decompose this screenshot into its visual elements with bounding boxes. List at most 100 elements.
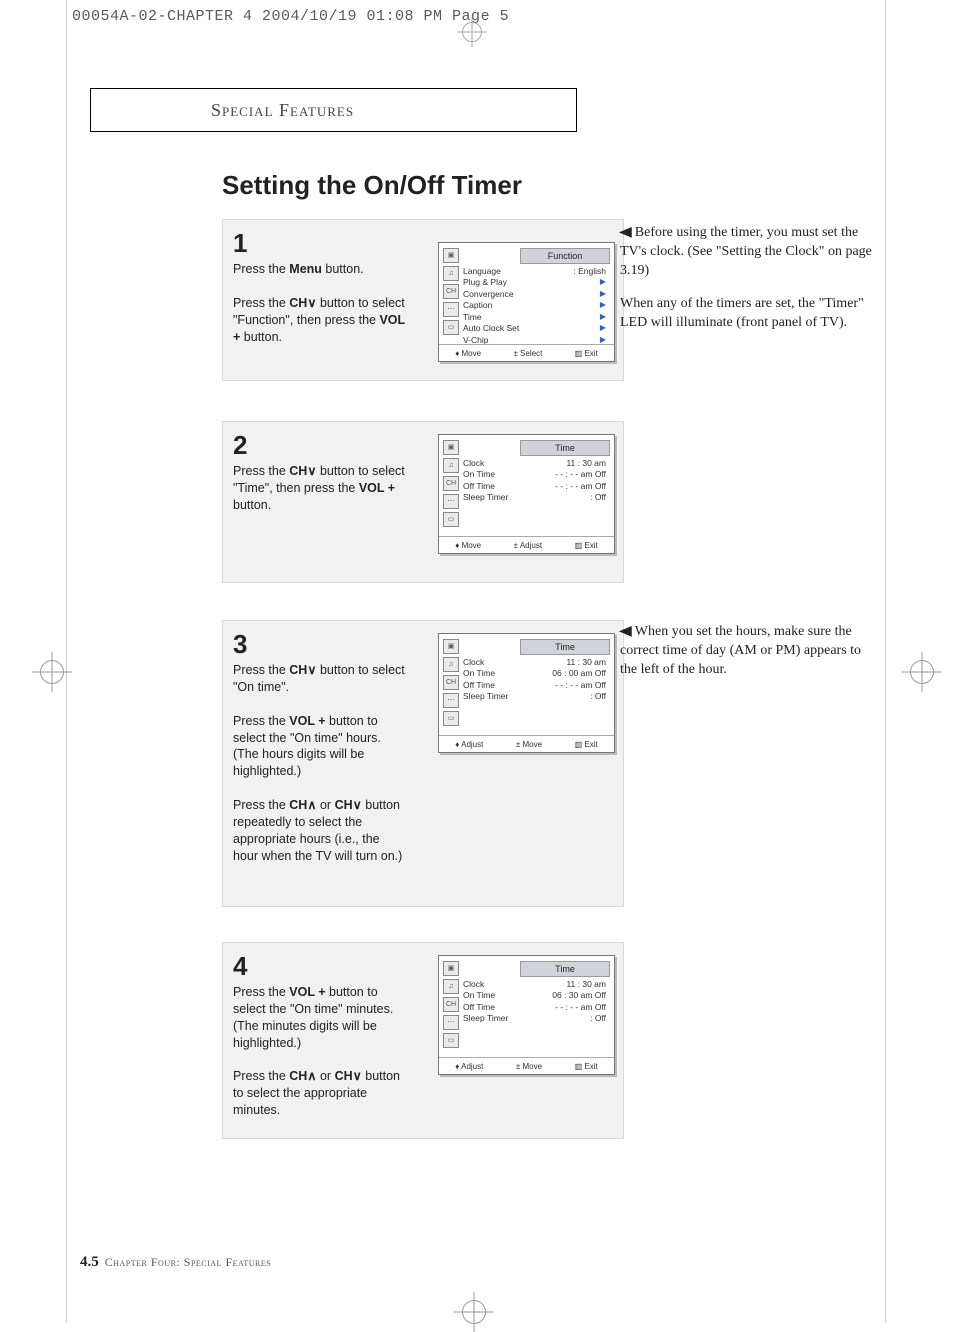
t: CH <box>289 798 307 812</box>
osd-tab-icon: ▭ <box>443 711 459 726</box>
osd-tab-icon: ⋯ <box>443 1015 459 1030</box>
t: When any of the timers are set, the "Tim… <box>620 295 880 333</box>
osd-row: Convergence▶ <box>463 289 610 300</box>
page-number: 4.5 <box>80 1254 99 1270</box>
osd-row: Off Time- - : - - am Off <box>463 1002 610 1013</box>
t: CH <box>289 464 307 478</box>
osd-row: Plug & Play▶ <box>463 277 610 288</box>
osd-row: On Time06 : 00 am Off <box>463 668 610 679</box>
osd-title: Time <box>520 961 610 977</box>
chevron-down-icon: ∨ <box>353 798 362 812</box>
osd-footer-item: ± Select <box>513 349 542 358</box>
t: CH <box>289 1069 307 1083</box>
osd-tab-icon: ▣ <box>443 639 459 654</box>
registration-mark <box>462 1300 486 1324</box>
osd-tab-icon: ▭ <box>443 512 459 527</box>
osd-tab-icon: ▣ <box>443 961 459 976</box>
osd-icon-column: ▣ ♫ CH ⋯ ▭ <box>443 248 459 338</box>
osd-tab-icon: ▣ <box>443 248 459 263</box>
t: Press the <box>233 798 289 812</box>
section-header: Special Features <box>90 88 577 132</box>
osd-tab-icon: ⋯ <box>443 693 459 708</box>
osd-footer: ♦ Adjust± Move▥ Exit <box>439 1057 614 1074</box>
imprint-header: 00054A-02-CHAPTER 4 2004/10/19 01:08 PM … <box>72 8 509 25</box>
step-3: 3 Press the CH∨ button to select "On tim… <box>222 620 624 907</box>
osd-row: Sleep Timer: Off <box>463 492 610 503</box>
t: Press the <box>233 985 289 999</box>
osd-time: ▣ ♫ CH ⋯ ▭ Time Clock11 : 30 amOn Time06… <box>438 955 615 1075</box>
osd-tab-icon: ♫ <box>443 458 459 473</box>
t: VOL + <box>359 481 395 495</box>
osd-row: Clock11 : 30 am <box>463 979 610 990</box>
footer-label: Chapter Four: Special Features <box>105 1255 271 1269</box>
osd-tab-icon: ▭ <box>443 320 459 335</box>
osd-row: Time▶ <box>463 312 610 323</box>
osd-footer-item: ± Move <box>516 1062 542 1071</box>
osd-tab-icon: ♫ <box>443 657 459 672</box>
step-4: 4 Press the VOL + button to select the "… <box>222 942 624 1139</box>
t: VOL + <box>289 714 325 728</box>
osd-tab-icon: ⋯ <box>443 302 459 317</box>
left-triangle-icon: ◀ <box>619 224 632 243</box>
osd-icon-column: ▣ ♫ CH ⋯ ▭ <box>443 440 459 530</box>
osd-tab-icon: ▭ <box>443 1033 459 1048</box>
osd-time: ▣ ♫ CH ⋯ ▭ Time Clock11 : 30 amOn Time- … <box>438 434 615 554</box>
t: Press the <box>233 296 289 310</box>
registration-mark <box>910 660 934 684</box>
page-title: Setting the On/Off Timer <box>222 170 522 201</box>
osd-tab-icon: CH <box>443 476 459 491</box>
registration-mark <box>40 660 64 684</box>
osd-time: ▣ ♫ CH ⋯ ▭ Time Clock11 : 30 amOn Time06… <box>438 633 615 753</box>
chevron-down-icon: ∨ <box>307 296 316 310</box>
osd-row: Off Time- - : - - am Off <box>463 680 610 691</box>
t: Press the <box>233 663 289 677</box>
t: or <box>317 798 335 812</box>
page: 00054A-02-CHAPTER 4 2004/10/19 01:08 PM … <box>0 0 954 1323</box>
step-2: 2 Press the CH∨ button to select "Time",… <box>222 421 624 583</box>
t: CH <box>289 296 307 310</box>
t: Before using the timer, you must set the… <box>620 225 872 278</box>
osd-row: Caption▶ <box>463 300 610 311</box>
osd-row: Clock11 : 30 am <box>463 458 610 469</box>
osd-tab-icon: CH <box>443 997 459 1012</box>
osd-body: Clock11 : 30 amOn Time06 : 00 am OffOff … <box>463 657 610 703</box>
osd-footer-item: ▥ Exit <box>575 349 598 358</box>
osd-footer-item: ♦ Adjust <box>455 740 483 749</box>
left-triangle-icon: ◀ <box>619 623 632 642</box>
chevron-down-icon: ∨ <box>307 464 316 478</box>
osd-icon-column: ▣ ♫ CH ⋯ ▭ <box>443 961 459 1051</box>
osd-footer-item: ± Adjust <box>514 541 542 550</box>
step-text: Press the CH∨ button to select "Time", t… <box>233 463 408 514</box>
step-text: Press the CH∨ button to select "On time"… <box>233 662 408 865</box>
osd-tab-icon: ▣ <box>443 440 459 455</box>
osd-row: Off Time- - : - - am Off <box>463 481 610 492</box>
chevron-down-icon: ∨ <box>307 663 316 677</box>
osd-footer-item: ± Move <box>516 740 542 749</box>
step-text: Press the VOL + button to select the "On… <box>233 984 408 1119</box>
t: Menu <box>289 262 322 276</box>
osd-footer: ♦ Adjust± Move▥ Exit <box>439 735 614 752</box>
osd-footer-item: ♦ Adjust <box>455 1062 483 1071</box>
osd-footer-item: ♦ Move <box>455 349 481 358</box>
osd-body: Language: EnglishPlug & Play▶Convergence… <box>463 266 610 346</box>
t: CH <box>335 1069 353 1083</box>
osd-tab-icon: CH <box>443 284 459 299</box>
osd-title: Time <box>520 440 610 456</box>
osd-row: Language: English <box>463 266 610 277</box>
guide-line <box>885 0 886 1323</box>
step-1: 1 Press the Menu button. Press the CH∨ b… <box>222 219 624 381</box>
t: or <box>317 1069 335 1083</box>
osd-row: Clock11 : 30 am <box>463 657 610 668</box>
osd-body: Clock11 : 30 amOn Time06 : 30 am OffOff … <box>463 979 610 1025</box>
t: Press the <box>233 714 289 728</box>
t: CH <box>335 798 353 812</box>
osd-footer: ♦ Move ± Select ▥ Exit <box>439 344 614 361</box>
page-footer: 4.5 Chapter Four: Special Features <box>80 1254 271 1271</box>
registration-mark-top <box>462 22 482 42</box>
osd-tab-icon: ⋯ <box>443 494 459 509</box>
chevron-up-icon: ∧ <box>307 1069 316 1083</box>
t: button. <box>322 262 364 276</box>
osd-function: ▣ ♫ CH ⋯ ▭ Function Language: EnglishPlu… <box>438 242 615 362</box>
chevron-up-icon: ∧ <box>307 798 316 812</box>
osd-footer: ♦ Move± Adjust▥ Exit <box>439 536 614 553</box>
